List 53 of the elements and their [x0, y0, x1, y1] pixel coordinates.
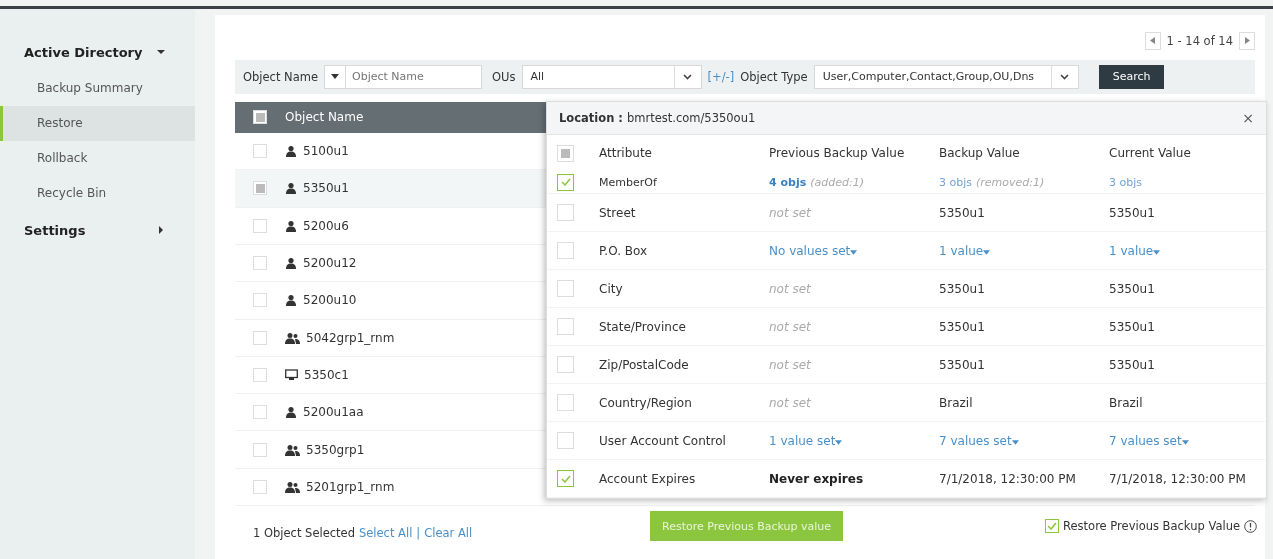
- selection-count: 1 Object Selected: [253, 526, 355, 541]
- page-range: 1 - 14 of 14: [1166, 33, 1233, 48]
- cell-value: not set: [769, 395, 811, 410]
- cell-value: 5350u1: [1109, 205, 1155, 220]
- cell-value: not set: [769, 205, 811, 220]
- cell-value: 7/1/2018, 12:30:00 PM: [1109, 471, 1246, 486]
- column-header: Current Value: [1109, 146, 1191, 160]
- object-name: 5350grp1: [306, 442, 365, 457]
- option-label: Restore Previous Backup Value: [1063, 519, 1240, 533]
- object-name: 5200u12: [303, 256, 357, 271]
- object-name: 5200u1aa: [303, 405, 364, 420]
- column-header: Backup Value: [939, 146, 1020, 160]
- cell-value: not set: [769, 319, 811, 334]
- attribute-name: MemberOf: [599, 175, 657, 189]
- column-header: Object Name: [285, 110, 364, 125]
- separator: |: [416, 526, 421, 541]
- attribute-name: P.O. Box: [599, 243, 648, 258]
- cell-value: 5350u1: [939, 357, 985, 372]
- cell-value: not set: [769, 357, 811, 372]
- cell-value: 5350u1: [939, 319, 985, 334]
- location-path: bmrtest.com/5350ou1: [626, 111, 756, 125]
- attribute-name: Account Expires: [599, 471, 696, 486]
- filter-label: Object Name: [243, 69, 319, 84]
- attribute-name: Street: [599, 205, 636, 220]
- object-name: 5350c1: [304, 367, 349, 382]
- attribute-name: Country/Region: [599, 395, 692, 410]
- attribute-name: Zip/PostalCode: [599, 357, 689, 372]
- attribute-name: City: [599, 281, 623, 296]
- cell-value: 5350u1: [1109, 357, 1155, 372]
- object-name: 5350u1: [303, 181, 349, 196]
- change-note: (added:1): [810, 175, 864, 189]
- object-name: 5100u1: [303, 144, 349, 159]
- cell-value: 5350u1: [939, 205, 985, 220]
- cell-value: Never expires: [769, 471, 864, 486]
- column-header: Previous Backup Value: [769, 146, 905, 160]
- change-note: (removed:1): [976, 175, 1045, 189]
- filter-label: Object Type: [740, 69, 808, 84]
- location-label: Location :: [559, 111, 623, 125]
- object-name: 5200u6: [303, 218, 349, 233]
- cell-value: 5350u1: [1109, 319, 1155, 334]
- cell-value: 5350u1: [1109, 281, 1155, 296]
- attribute-name: User Account Control: [599, 433, 726, 448]
- object-name: 5201grp1_rnm: [306, 479, 395, 494]
- column-header: Attribute: [599, 146, 652, 160]
- cell-value: Brazil: [1109, 395, 1143, 410]
- attribute-name: State/Province: [599, 319, 686, 334]
- filter-label: OUs: [492, 69, 516, 84]
- cell-value: 7/1/2018, 12:30:00 PM: [939, 471, 1076, 486]
- cell-value: 5350u1: [939, 281, 985, 296]
- cell-value: Brazil: [939, 395, 973, 410]
- object-name: 5200u10: [303, 293, 357, 308]
- cell-value: not set: [769, 281, 811, 296]
- object-name: 5042grp1_rnm: [306, 330, 395, 345]
